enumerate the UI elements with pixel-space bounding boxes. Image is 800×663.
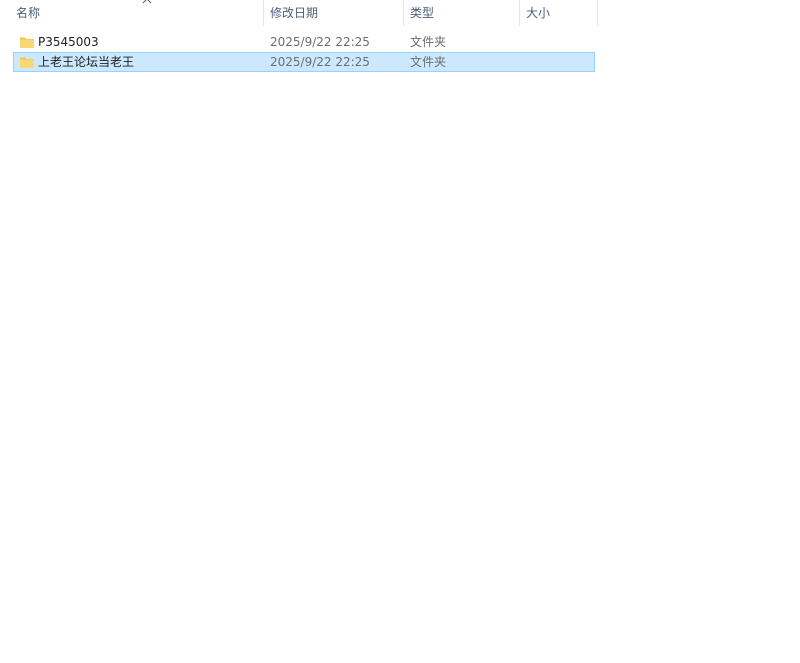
chevron-up-icon (142, 0, 152, 6)
file-row[interactable]: P3545003 2025/9/22 22:25 文件夹 (13, 32, 595, 52)
file-row-selected[interactable]: 上老王论坛当老王 2025/9/22 22:25 文件夹 (13, 52, 595, 72)
column-header-name[interactable]: 名称 (10, 0, 264, 26)
column-header-modified-label: 修改日期 (270, 6, 319, 20)
file-modified: 2025/9/22 22:25 (270, 35, 370, 49)
file-list: P3545003 2025/9/22 22:25 文件夹 上老王论坛当老王 20… (13, 32, 595, 72)
file-name: 上老王论坛当老王 (38, 55, 135, 69)
column-divider[interactable] (597, 0, 598, 26)
column-header-size-label: 大小 (526, 6, 551, 20)
column-header-type[interactable]: 类型 (404, 0, 520, 26)
column-header-type-label: 类型 (410, 6, 435, 20)
file-modified: 2025/9/22 22:25 (270, 55, 370, 69)
folder-icon (19, 54, 35, 70)
file-type: 文件夹 (410, 55, 447, 69)
column-header-modified[interactable]: 修改日期 (264, 0, 404, 26)
column-header-name-label: 名称 (16, 6, 41, 20)
folder-icon (19, 34, 35, 50)
file-type: 文件夹 (410, 35, 447, 49)
column-header-size[interactable]: 大小 (520, 0, 598, 26)
column-header-bar: 名称 修改日期 类型 大小 (0, 0, 600, 26)
file-list-pane: 名称 修改日期 类型 大小 P3545003 2025/9/22 22:25 文… (0, 0, 800, 663)
file-name: P3545003 (38, 35, 99, 49)
